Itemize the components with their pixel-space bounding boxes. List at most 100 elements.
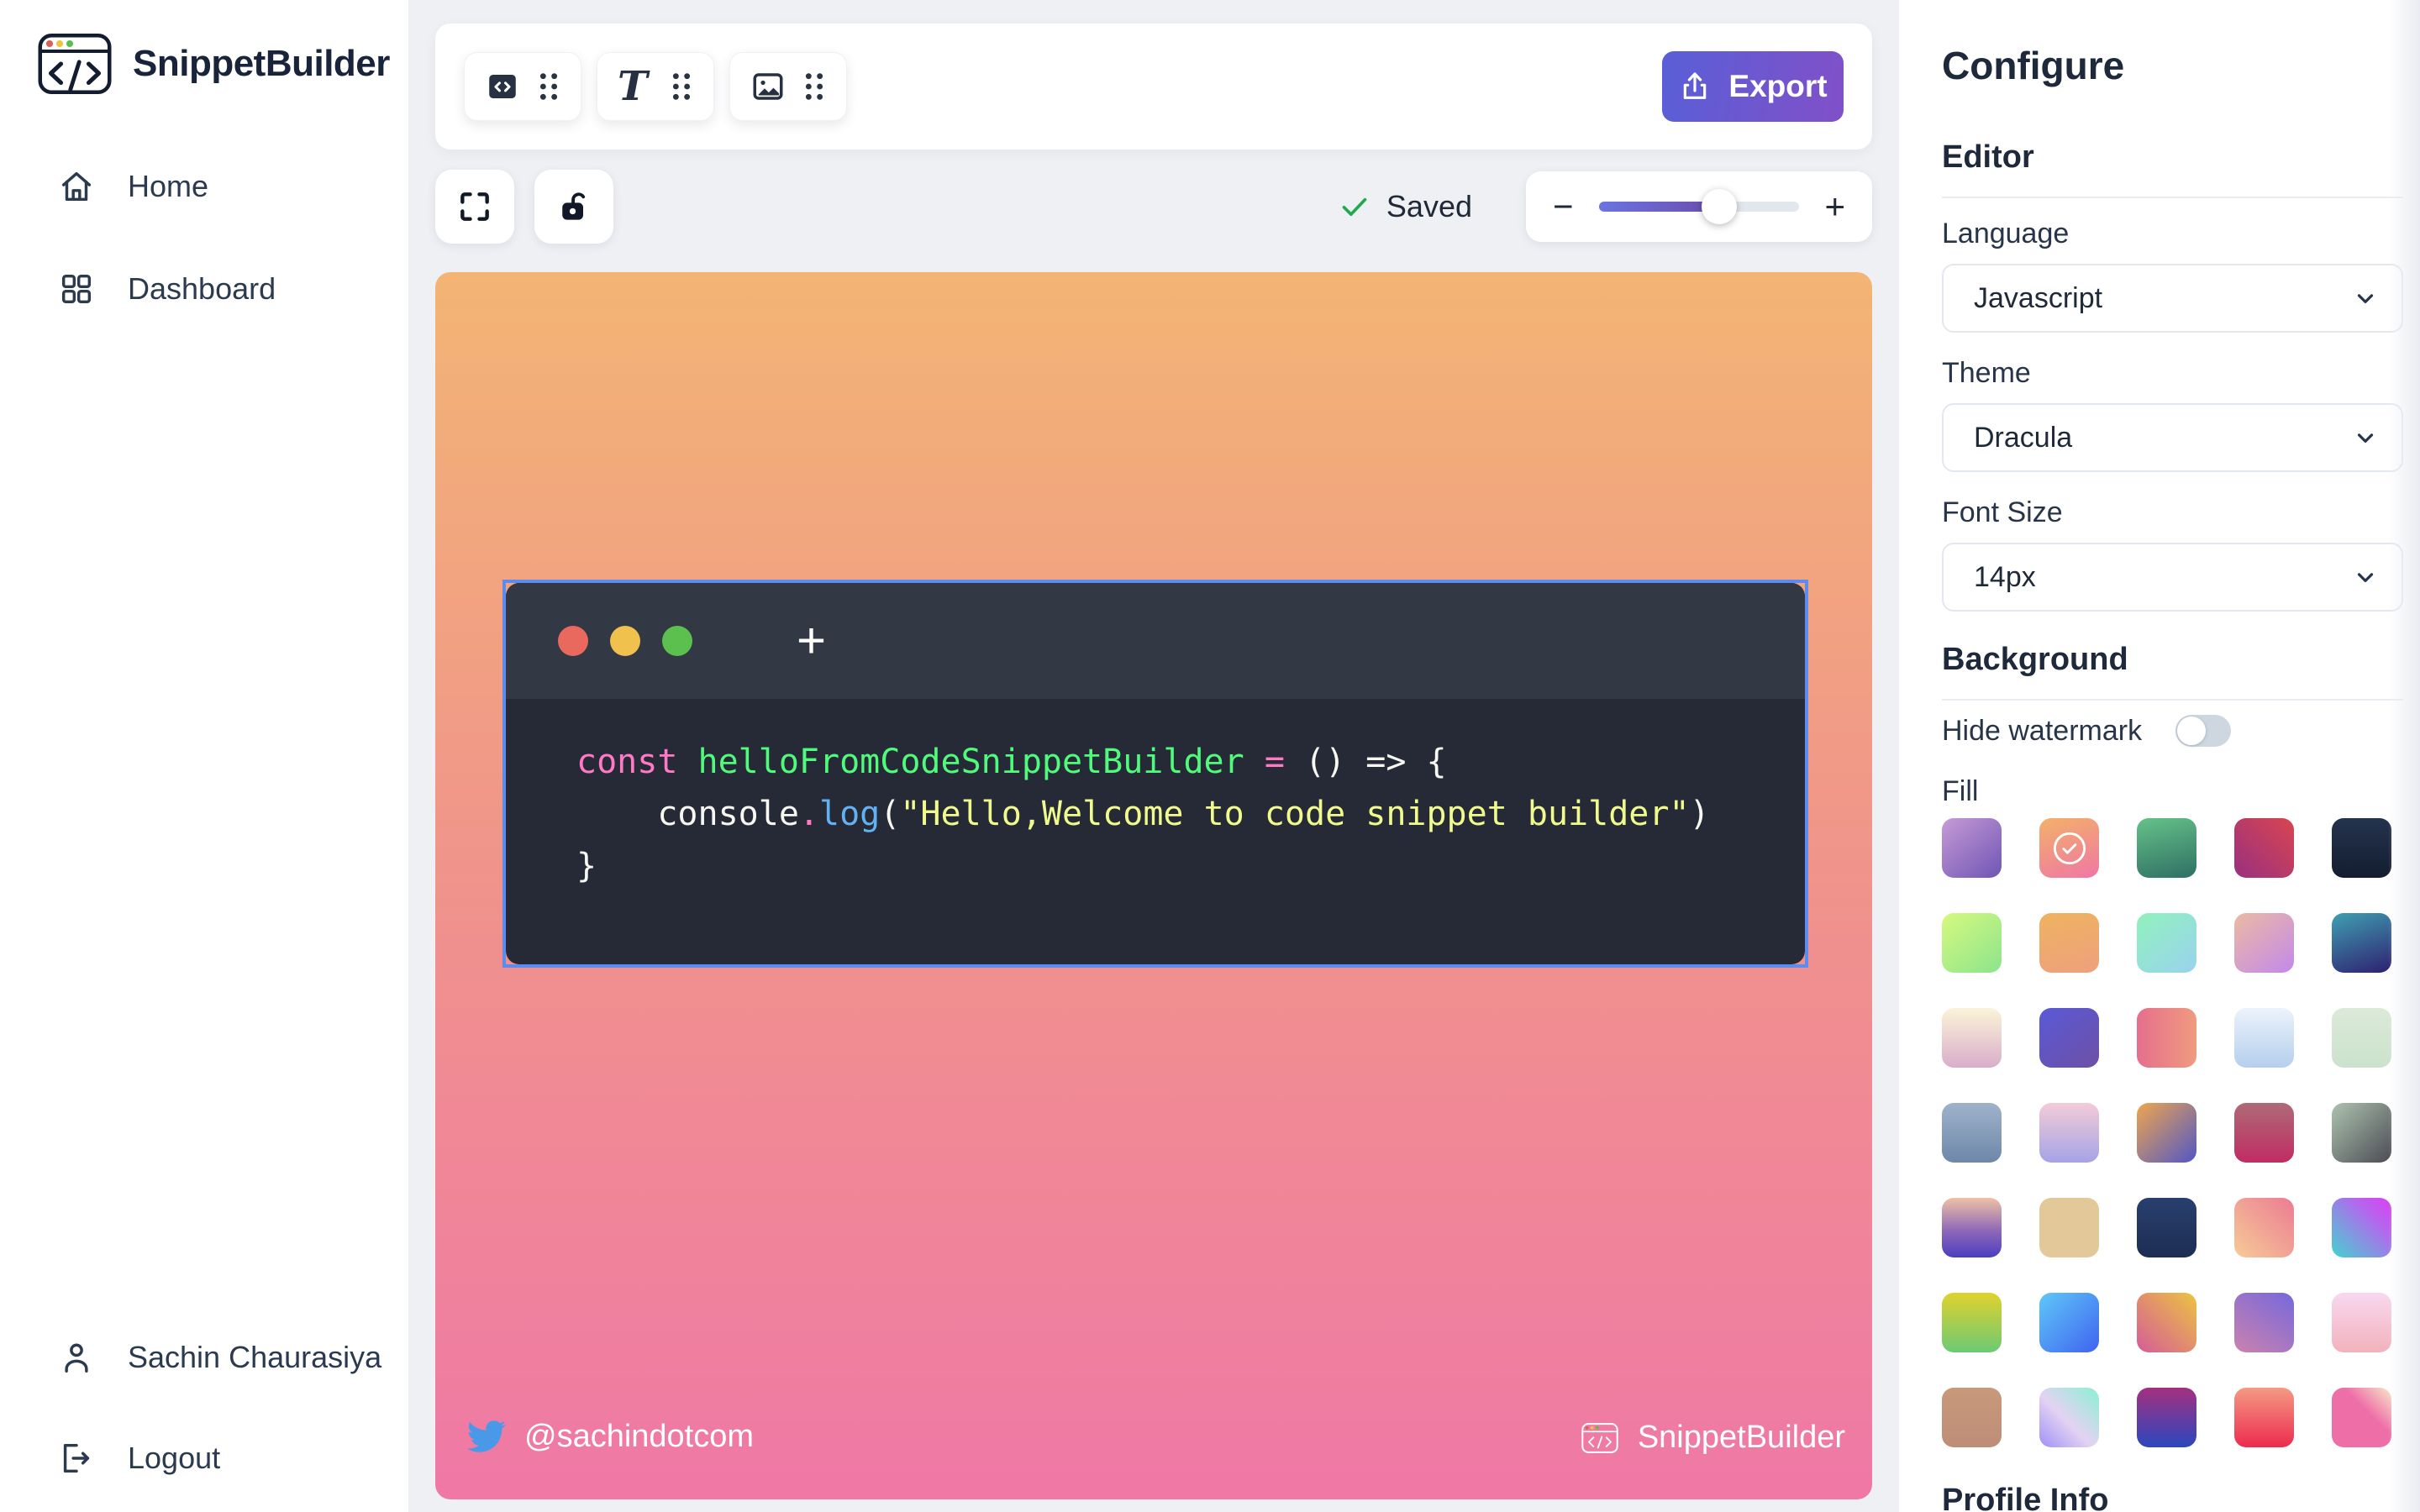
fill-swatch[interactable]	[1942, 1293, 2002, 1352]
panel-title: Configure	[1942, 42, 2403, 89]
saved-check-icon	[1338, 190, 1371, 223]
fill-swatch[interactable]	[2332, 1293, 2391, 1352]
twitter-watermark: @sachindotcom	[467, 1417, 754, 1456]
fill-swatch[interactable]	[1942, 913, 2002, 973]
fill-grid	[1942, 818, 2403, 1447]
sidebar-item-label: Home	[128, 169, 208, 204]
tool-text[interactable]: T	[597, 52, 714, 121]
snippetbuilder-watermark-icon	[1581, 1421, 1619, 1455]
drag-handle-icon[interactable]	[537, 71, 560, 102]
canvas[interactable]: + const helloFromCodeSnippetBuilder = ()…	[435, 272, 1872, 1499]
toggle-knob	[2177, 717, 2206, 745]
fill-swatch[interactable]	[2332, 1008, 2391, 1068]
theme-label: Theme	[1942, 356, 2403, 390]
logout-button[interactable]: Logout	[0, 1431, 408, 1485]
zoom-in-button[interactable]: +	[1824, 189, 1845, 224]
fullscreen-button[interactable]	[435, 170, 514, 244]
chevron-down-icon	[2353, 564, 2378, 590]
selected-check-icon	[2050, 829, 2089, 868]
fill-swatch[interactable]	[2039, 1293, 2099, 1352]
app-root: SnippetBuilder Home Dashboard	[0, 0, 2420, 1512]
code-line: console.log("Hello,Welcome to code snipp…	[576, 788, 1805, 840]
fill-swatch[interactable]	[2332, 1388, 2391, 1447]
person-icon	[57, 1338, 96, 1377]
fullscreen-icon	[456, 188, 493, 225]
fill-label: Fill	[1942, 774, 2403, 808]
chevron-down-icon	[2353, 425, 2378, 450]
theme-value: Dracula	[1974, 422, 2072, 454]
divider	[1942, 197, 2403, 198]
fill-swatch[interactable]	[2234, 1008, 2294, 1068]
watermark-text: SnippetBuilder	[1638, 1420, 1845, 1456]
hide-watermark-label: Hide watermark	[1942, 715, 2142, 748]
fill-swatch[interactable]	[2137, 1293, 2196, 1352]
fill-swatch[interactable]	[2039, 1008, 2099, 1068]
fill-swatch[interactable]	[2234, 1388, 2294, 1447]
fill-swatch[interactable]	[2039, 818, 2099, 878]
main-area: T Export	[408, 0, 1899, 1512]
fill-swatch[interactable]	[2039, 1103, 2099, 1163]
tool-code-block[interactable]	[464, 52, 581, 121]
fill-swatch[interactable]	[2137, 1008, 2196, 1068]
code-window[interactable]: + const helloFromCodeSnippetBuilder = ()…	[506, 583, 1805, 964]
fill-swatch[interactable]	[2234, 913, 2294, 973]
fill-swatch[interactable]	[2234, 1198, 2294, 1257]
fill-swatch[interactable]	[2137, 1198, 2196, 1257]
fill-swatch[interactable]	[2137, 1388, 2196, 1447]
unlock-icon	[555, 188, 592, 225]
background-section-heading: Background	[1942, 640, 2403, 679]
fill-swatch[interactable]	[1942, 1008, 2002, 1068]
drag-handle-icon[interactable]	[670, 71, 693, 102]
export-share-icon	[1678, 70, 1712, 103]
fill-swatch[interactable]	[2332, 1198, 2391, 1257]
sidebar-item-dashboard[interactable]: Dashboard	[0, 262, 408, 316]
drag-handle-icon[interactable]	[802, 71, 826, 102]
fill-swatch[interactable]	[2137, 1103, 2196, 1163]
logout-icon	[57, 1439, 96, 1478]
traffic-light-red-icon	[558, 626, 588, 656]
fill-swatch[interactable]	[2039, 1198, 2099, 1257]
fill-swatch[interactable]	[2234, 1293, 2294, 1352]
save-status: Saved	[1338, 189, 1472, 224]
hide-watermark-toggle[interactable]	[2175, 715, 2231, 747]
fill-swatch[interactable]	[2137, 913, 2196, 973]
fill-swatch[interactable]	[1942, 1198, 2002, 1257]
export-button[interactable]: Export	[1662, 51, 1844, 122]
top-toolbar: T Export	[435, 24, 1872, 150]
snippetbuilder-watermark: SnippetBuilder	[1581, 1420, 1845, 1456]
fill-swatch[interactable]	[2234, 1103, 2294, 1163]
code-content[interactable]: const helloFromCodeSnippetBuilder = () =…	[506, 699, 1805, 964]
zoom-out-button[interactable]: −	[1553, 189, 1574, 224]
sidebar-nav: Home Dashboard	[0, 160, 408, 316]
font-size-select[interactable]: 14px	[1942, 543, 2403, 612]
code-line: }	[576, 840, 1805, 892]
sidebar-bottom: Sachin Chaurasiya Logout	[0, 1331, 408, 1512]
sidebar-item-home[interactable]: Home	[0, 160, 408, 213]
font-size-value: 14px	[1974, 561, 2036, 594]
fill-swatch[interactable]	[2137, 818, 2196, 878]
language-select[interactable]: Javascript	[1942, 264, 2403, 333]
zoom-slider[interactable]	[1599, 202, 1800, 212]
app-title: SnippetBuilder	[133, 43, 390, 85]
profile-entry[interactable]: Sachin Chaurasiya	[0, 1331, 408, 1384]
fill-swatch[interactable]	[2039, 1388, 2099, 1447]
image-icon	[750, 69, 786, 104]
fill-swatch[interactable]	[2332, 1103, 2391, 1163]
code-window-selection[interactable]: + const helloFromCodeSnippetBuilder = ()…	[502, 580, 1808, 968]
tool-image[interactable]	[729, 52, 847, 121]
add-tab-button[interactable]: +	[797, 616, 826, 666]
theme-select[interactable]: Dracula	[1942, 403, 2403, 472]
hide-watermark-row: Hide watermark	[1942, 712, 2403, 749]
export-label: Export	[1728, 69, 1827, 104]
fill-swatch[interactable]	[2039, 913, 2099, 973]
fill-swatch[interactable]	[1942, 818, 2002, 878]
canvas-controls-row: Saved − +	[435, 170, 1872, 244]
fill-swatch[interactable]	[1942, 1388, 2002, 1447]
fill-swatch[interactable]	[2332, 913, 2391, 973]
fill-swatch[interactable]	[2234, 818, 2294, 878]
profile-name: Sachin Chaurasiya	[128, 1340, 381, 1375]
zoom-slider-thumb[interactable]	[1702, 189, 1737, 224]
lock-toggle-button[interactable]	[534, 170, 613, 244]
fill-swatch[interactable]	[2332, 818, 2391, 878]
fill-swatch[interactable]	[1942, 1103, 2002, 1163]
